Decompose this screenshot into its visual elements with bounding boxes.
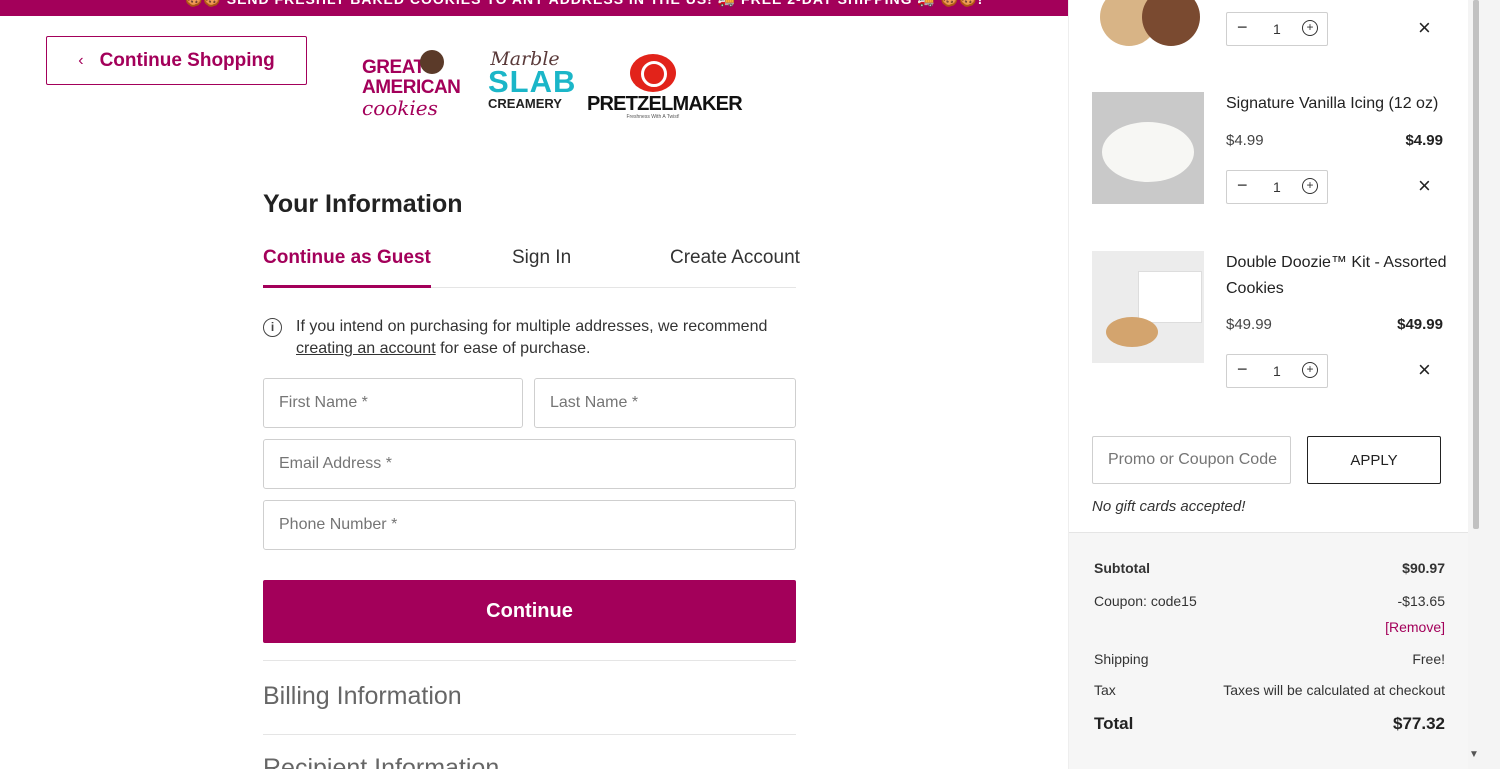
create-account-link[interactable]: creating an account [296, 340, 436, 357]
promo-banner-text: 🍪🍪 SEND FRESHLY BAKED COOKIES TO ANY ADD… [185, 0, 983, 8]
total-value: $77.32 [1393, 714, 1445, 733]
vanilla-icing-image [1092, 92, 1204, 204]
tab-sign-in[interactable]: Sign In [512, 247, 571, 288]
gac-logo-text-3: cookies [362, 96, 438, 120]
coupon-value: -$13.65 [1397, 593, 1445, 609]
item-name: Signature Vanilla Icing (12 oz) [1226, 95, 1439, 112]
close-icon[interactable]: × [1418, 359, 1431, 381]
item-total: $4.99 [1405, 132, 1443, 149]
pretzelmaker-logo: PRETZELMAKER Freshness With A Twist! [587, 54, 743, 120]
quantity-value[interactable]: 1 [1273, 363, 1281, 379]
cookie-icon [420, 50, 444, 74]
tab-create-account[interactable]: Create Account [670, 247, 800, 288]
notice-suffix: for ease of purchase. [435, 340, 591, 357]
ms-logo-text-2: SLAB [488, 64, 577, 99]
no-gift-cards-note: No gift cards accepted! [1092, 498, 1246, 515]
close-icon[interactable]: × [1418, 17, 1431, 39]
promo-code-input[interactable] [1092, 436, 1291, 484]
divider [263, 734, 796, 735]
scrollbar-thumb[interactable] [1473, 0, 1479, 529]
double-doozie-kit-image [1092, 251, 1204, 363]
subtotal-value: $90.97 [1402, 560, 1445, 576]
continue-shopping-button[interactable]: ‹ Continue Shopping [46, 36, 307, 85]
quantity-stepper: − 1 + [1226, 12, 1328, 46]
divider [263, 660, 796, 661]
scroll-down-arrow-icon[interactable]: ▼ [1469, 749, 1479, 760]
plus-icon[interactable]: + [1302, 20, 1318, 36]
item-total: $49.99 [1397, 316, 1443, 333]
coupon-label: Coupon: code15 [1094, 593, 1197, 609]
gac-logo-text-2: AMERICAN [362, 77, 461, 98]
ms-logo-text-3: CREAMERY [488, 96, 562, 111]
shipping-label: Shipping [1094, 651, 1149, 667]
promo-banner: 🍪🍪 SEND FRESHLY BAKED COOKIES TO ANY ADD… [0, 0, 1068, 16]
great-american-cookies-logo: GREAT AMERICAN cookies [362, 48, 461, 120]
notice-text: If you intend on purchasing for multiple… [296, 318, 768, 335]
plus-icon[interactable]: + [1302, 178, 1318, 194]
multi-address-notice: i If you intend on purchasing for multip… [263, 316, 796, 360]
minus-icon[interactable]: − [1237, 359, 1248, 380]
apply-button[interactable]: APPLY [1307, 436, 1441, 484]
marble-slab-creamery-logo: Marble SLAB CREAMERY [488, 50, 577, 120]
item-price: $4.99 [1226, 132, 1264, 149]
quantity-stepper: − 1 + [1226, 354, 1328, 388]
chevron-left-icon: ‹ [78, 51, 84, 69]
item-price: $49.99 [1226, 316, 1272, 333]
tax-label: Tax [1094, 682, 1116, 698]
continue-button[interactable]: Continue [263, 580, 796, 643]
item-name: Double Doozie™ Kit - Assorted Cookies [1226, 254, 1447, 297]
quantity-value[interactable]: 1 [1273, 179, 1281, 195]
close-icon[interactable]: × [1418, 175, 1431, 197]
continue-shopping-label: Continue Shopping [99, 49, 275, 71]
last-name-field[interactable] [534, 378, 796, 428]
recipient-information-heading[interactable]: Recipient Information [263, 754, 499, 769]
email-field[interactable] [263, 439, 796, 489]
cart-sidebar: − 1 + × Signature Vanilla Icing (12 oz) … [1068, 0, 1469, 769]
account-tabs: Continue as Guest Sign In Create Account [263, 247, 800, 288]
minus-icon[interactable]: − [1237, 17, 1248, 38]
remove-coupon-link[interactable]: [Remove] [1385, 619, 1445, 635]
info-icon: i [263, 318, 282, 337]
shipping-value: Free! [1412, 651, 1445, 667]
quantity-stepper: − 1 + [1226, 170, 1328, 204]
plus-icon[interactable]: + [1302, 362, 1318, 378]
page-title: Your Information [263, 190, 463, 218]
first-name-field[interactable] [263, 378, 523, 428]
tax-value: Taxes will be calculated at checkout [1223, 682, 1445, 698]
quantity-value[interactable]: 1 [1273, 21, 1281, 37]
tab-continue-as-guest[interactable]: Continue as Guest [263, 247, 431, 288]
order-summary: Subtotal $90.97 Coupon: code15 -$13.65 [… [1069, 532, 1469, 769]
minus-icon[interactable]: − [1237, 175, 1248, 196]
phone-field[interactable] [263, 500, 796, 550]
pm-logo-text: PRETZELMAKER [587, 93, 743, 115]
scrollbar[interactable]: ▼ [1468, 0, 1500, 769]
total-label: Total [1094, 714, 1134, 733]
billing-information-heading[interactable]: Billing Information [263, 682, 462, 711]
assorted-cookies-image [1092, 0, 1204, 52]
pretzel-icon [630, 54, 676, 92]
subtotal-label: Subtotal [1094, 560, 1150, 576]
